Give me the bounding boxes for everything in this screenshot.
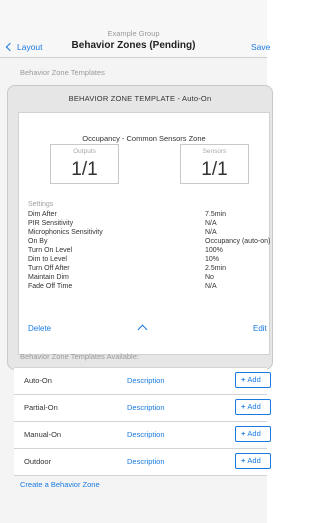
setting-row: Dim to Level 10% [28,256,268,265]
template-card-body: Occupancy - Common Sensors Zone Outputs … [18,112,270,355]
setting-value: N/A [205,229,217,236]
setting-key: Fade Off Time [28,283,73,290]
setting-value: Occupancy (auto-on) [205,238,271,245]
delete-button[interactable]: Delete [28,324,51,333]
sensors-label: Sensors [202,148,227,155]
plus-icon: + [241,429,246,438]
setting-row: Dim After 7.5min [28,211,268,220]
sensors-box: Sensors 1/1 [180,144,249,184]
template-card-header: BEHAVIOR ZONE TEMPLATE - Auto-On [68,94,212,103]
templates-section-label: Behavior Zone Templates [20,68,105,77]
create-behavior-zone-link[interactable]: Create a Behavior Zone [20,480,100,489]
add-button-label: Add [247,375,261,384]
sensors-value: 1/1 [201,159,228,180]
setting-value: 7.5min [205,211,227,218]
add-button[interactable]: + Add [235,372,271,388]
setting-key: Microphonics Sensitivity [28,229,103,236]
add-button[interactable]: + Add [235,453,271,469]
description-link[interactable]: Description [127,376,165,385]
setting-key: On By [28,238,48,245]
setting-value: N/A [205,220,217,227]
save-button[interactable]: Save [251,42,270,52]
group-subtitle: Example Group [107,29,160,38]
setting-key: PIR Sensitivity [28,220,74,227]
setting-value: N/A [205,283,217,290]
setting-value: 100% [205,247,223,254]
template-name: Manual-On [24,430,62,439]
plus-icon: + [241,402,246,411]
available-templates-list: Auto-On Description + Add Partial-On Desc… [14,367,271,476]
setting-row: Maintain Dim No [28,274,268,283]
zone-name: Occupancy - Common Sensors Zone [82,134,206,143]
collapse-chevron-icon[interactable] [137,324,148,335]
navigation-bar: Example Group Layout Behavior Zones (Pen… [0,0,270,58]
outputs-value: 1/1 [71,159,98,180]
setting-key: Turn Off After [28,265,70,272]
list-item: Manual-On Description + Add [14,421,271,448]
template-name: Partial-On [24,403,58,412]
plus-icon: + [241,456,246,465]
add-button[interactable]: + Add [235,426,271,442]
add-button-label: Add [247,402,261,411]
template-card: BEHAVIOR ZONE TEMPLATE - Auto-On Occupan… [7,85,273,370]
plus-icon: + [241,375,246,384]
outputs-box: Outputs 1/1 [50,144,119,184]
setting-key: Turn On Level [28,247,73,254]
page-title: Behavior Zones (Pending) [71,40,196,51]
list-item: Partial-On Description + Add [14,394,271,421]
list-item: Outdoor Description + Add [14,448,271,476]
setting-key: Maintain Dim [28,274,69,281]
setting-value: No [205,274,214,281]
available-section-label: Behavior Zone Templates Available: [20,352,139,361]
add-button-label: Add [247,429,261,438]
description-link[interactable]: Description [127,457,165,466]
setting-row: Microphonics Sensitivity N/A [28,229,268,238]
list-item: Auto-On Description + Add [14,367,271,394]
outputs-label: Outputs [73,148,96,155]
setting-value: 2.5min [205,265,227,272]
setting-key: Dim After [28,211,57,218]
setting-row: PIR Sensitivity N/A [28,220,268,229]
setting-row: On By Occupancy (auto-on) [28,238,271,247]
setting-row: Fade Off Time N/A [28,283,268,292]
template-name: Auto-On [24,376,52,385]
edit-button[interactable]: Edit [253,324,267,333]
settings-label: Settings [28,201,54,208]
setting-key: Dim to Level [28,256,67,263]
setting-row: Turn Off After 2.5min [28,265,268,274]
setting-row: Turn On Level 100% [28,247,268,256]
template-name: Outdoor [24,457,52,466]
description-link[interactable]: Description [127,430,165,439]
setting-value: 10% [205,256,220,263]
description-link[interactable]: Description [127,403,165,412]
add-button-label: Add [247,456,261,465]
add-button[interactable]: + Add [235,399,271,415]
app-frame: Example Group Layout Behavior Zones (Pen… [0,0,273,523]
